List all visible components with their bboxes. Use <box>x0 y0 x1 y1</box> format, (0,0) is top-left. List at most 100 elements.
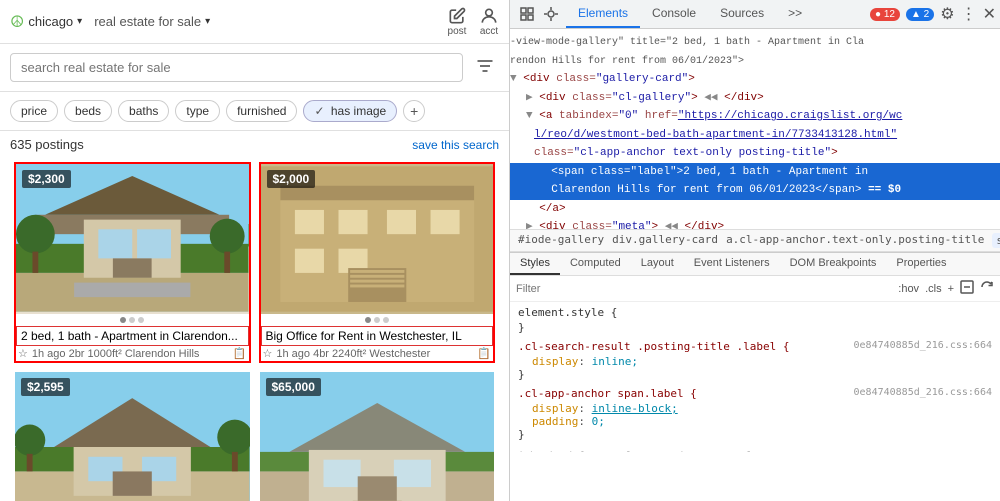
tag-type[interactable]: type <box>175 100 220 122</box>
style-prop-2b: padding: 0; <box>518 415 992 428</box>
listing-card-2: $2,000 Big Office for Rent in Westcheste… <box>259 162 496 363</box>
listing-price-3: $2,595 <box>21 378 70 396</box>
tab-console[interactable]: Console <box>640 0 708 28</box>
acct-button[interactable]: acct <box>479 6 499 37</box>
breadcrumb-4[interactable]: span.label <box>992 233 1000 248</box>
hov-button[interactable]: :hov <box>898 283 919 295</box>
el-line-9: ▶ <div class="meta"> ◀◀ </div> <box>510 218 1000 229</box>
breadcrumb-1[interactable]: #iode-gallery <box>518 233 604 248</box>
el-line-1: -view-mode-gallery" title="2 bed, 1 bath… <box>510 33 1000 52</box>
top-bar-left: ☮ chicago ▾ real estate for sale ▾ <box>10 12 210 32</box>
style-close-1: } <box>518 368 992 381</box>
listing-fav-icon: 📋 <box>233 347 247 360</box>
style-source-2: 0e84740885d_216.css:664 <box>854 387 992 398</box>
inherited-label: inherited from a.cl-app-anchor.text-only… <box>518 447 992 452</box>
tab-elements[interactable]: Elements <box>566 0 640 28</box>
dot <box>138 317 144 323</box>
tag-price[interactable]: price <box>10 100 58 122</box>
styles-tab-styles[interactable]: Styles <box>510 253 560 275</box>
listing-card-1: $2,300 2 bed, 1 bath - Apartment in Clar… <box>14 162 251 363</box>
category-caret: ▾ <box>205 16 210 27</box>
settings-icon[interactable]: ⚙ <box>940 4 954 24</box>
el-line-8: </a> <box>510 200 1000 219</box>
tag-has-image[interactable]: ✓ has image <box>303 100 397 122</box>
style-prop-1a: display: inline; <box>518 355 992 368</box>
listing-meta-1: ☆ 1h ago 2br 1000ft² Clarendon Hills 📋 <box>16 346 249 361</box>
elements-panel: -view-mode-gallery" title="2 bed, 1 bath… <box>510 29 1000 229</box>
listing-card-3: $2,595 3 bed house for rent ☆ 2h ago 3br… <box>14 371 251 501</box>
tab-more[interactable]: >> <box>776 0 814 28</box>
search-input[interactable] <box>10 53 463 82</box>
style-close-2: } <box>518 428 992 441</box>
styles-panel: Styles Computed Layout Event Listeners D… <box>510 252 1000 452</box>
tag-furnished[interactable]: furnished <box>226 100 297 122</box>
styles-tabs: Styles Computed Layout Event Listeners D… <box>510 253 1000 276</box>
new-rule-icon[interactable] <box>960 280 974 297</box>
style-selector-1: .cl-search-result .posting-title .label … <box>518 340 992 353</box>
styles-tab-layout[interactable]: Layout <box>631 253 684 275</box>
styles-tab-computed[interactable]: Computed <box>560 253 631 275</box>
element-breadcrumb: #iode-gallery div.gallery-card a.cl-app-… <box>510 229 1000 252</box>
cls-button[interactable]: .cls <box>925 283 942 295</box>
more-options-icon[interactable]: ⋮ <box>961 4 977 24</box>
warning-badge: ▲ 2 <box>906 8 934 21</box>
listing-image-2: $2,000 <box>261 164 494 314</box>
listing-card-4: $65,000 Nice home available ☆ 2h ago 3br… <box>259 371 496 501</box>
dot <box>129 317 135 323</box>
dot <box>383 317 389 323</box>
listing-price-1: $2,300 <box>22 170 71 188</box>
tag-add-button[interactable]: + <box>403 100 425 122</box>
search-bar <box>0 44 509 92</box>
style-rule-search-result: .cl-search-result .posting-title .label … <box>518 340 992 381</box>
post-button[interactable]: post <box>447 6 467 37</box>
results-header: 635 postings save this search <box>0 131 509 158</box>
el-line-6: l/reo/d/westmont-bed-bath-apartment-in/7… <box>510 126 1000 145</box>
styles-filter-input[interactable] <box>516 283 892 295</box>
listing-meta-text-1: 1h ago 2br 1000ft² Clarendon Hills <box>32 348 200 360</box>
tag-baths[interactable]: baths <box>118 100 169 122</box>
listing-title-2[interactable]: Big Office for Rent in Westchester, IL <box>261 326 494 346</box>
listing-dots-1 <box>16 314 249 326</box>
tag-beds[interactable]: beds <box>64 100 112 122</box>
styles-tab-dom-breakpoints[interactable]: DOM Breakpoints <box>780 253 887 275</box>
tab-sources[interactable]: Sources <box>708 0 776 28</box>
listing-title-1[interactable]: 2 bed, 1 bath - Apartment in Clarendon..… <box>16 326 249 346</box>
devtools-tabbar: Elements Console Sources >> ● 12 ▲ 2 ⚙ ⋮… <box>510 0 1000 29</box>
el-line-selected[interactable]: <span class="label">2 bed, 1 bath - Apar… <box>510 163 1000 182</box>
style-selector-element: element.style { <box>518 306 992 319</box>
styles-tab-properties[interactable]: Properties <box>886 253 956 275</box>
category-link[interactable]: real estate for sale <box>94 14 201 29</box>
filter-button[interactable] <box>471 52 499 83</box>
dot <box>374 317 380 323</box>
top-bar-right: post acct <box>447 6 499 37</box>
listing-image-1: $2,300 <box>16 164 249 314</box>
error-badge: ● 12 <box>870 8 900 21</box>
add-style-button[interactable]: + <box>948 283 954 295</box>
left-panel: ☮ chicago ▾ real estate for sale ▾ post … <box>0 0 510 501</box>
style-prop-2a: display: inline-block; <box>518 402 992 415</box>
close-icon[interactable]: ✕ <box>983 4 996 24</box>
devtools-inspect-icon[interactable] <box>540 6 562 22</box>
top-bar: ☮ chicago ▾ real estate for sale ▾ post … <box>0 0 509 44</box>
breadcrumb-2[interactable]: div.gallery-card <box>612 233 718 248</box>
location-link[interactable]: chicago <box>28 14 73 29</box>
devtools-menu-icon[interactable] <box>514 6 540 22</box>
el-line-4: ▶ <div class="cl-gallery"> ◀◀ </div> <box>510 89 1000 108</box>
star-icon-2: ☆ <box>263 347 273 360</box>
listings-grid: $2,300 2 bed, 1 bath - Apartment in Clar… <box>0 158 509 501</box>
el-line-2: rendon Hills for rent from 06/01/2023"> <box>510 52 1000 71</box>
styles-filter-right: :hov .cls + <box>898 280 994 297</box>
save-search-link[interactable]: save this search <box>412 138 499 152</box>
star-icon: ☆ <box>18 347 28 360</box>
style-source-1: 0e84740885d_216.css:664 <box>854 340 992 351</box>
styles-tab-event-listeners[interactable]: Event Listeners <box>684 253 780 275</box>
listing-fav-icon-2: 📋 <box>477 347 491 360</box>
acct-label: acct <box>480 26 498 37</box>
styles-content: element.style { } .cl-search-result .pos… <box>510 302 1000 452</box>
breadcrumb-3[interactable]: a.cl-app-anchor.text-only.posting-title <box>726 233 984 248</box>
listing-dots-2 <box>261 314 494 326</box>
post-label: post <box>448 26 467 37</box>
refresh-icon[interactable] <box>980 280 994 297</box>
style-close-element: } <box>518 321 992 334</box>
listing-price-2: $2,000 <box>267 170 316 188</box>
